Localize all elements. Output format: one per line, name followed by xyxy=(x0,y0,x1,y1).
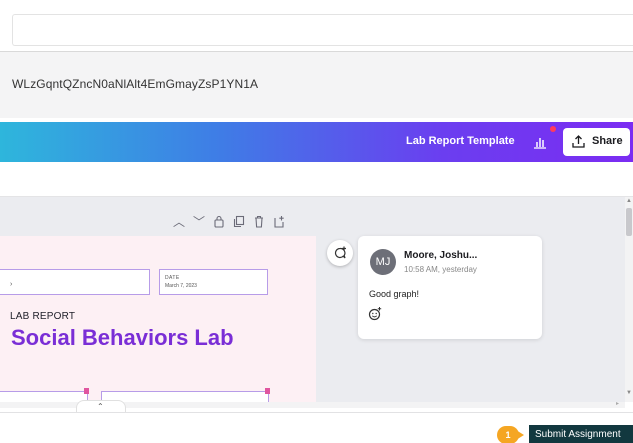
corner-mark xyxy=(84,388,89,394)
chevron-up-icon: ⌃ xyxy=(97,402,104,411)
browser-top-bar xyxy=(0,0,633,52)
date-field[interactable] xyxy=(159,269,268,295)
comment-author: Moore, Joshu... xyxy=(404,250,478,261)
date-value: March 7, 2023 xyxy=(165,283,197,289)
app-root: WLzGqntQZncN0aNlAlt4EmGmayZsP1YN1A Lab R… xyxy=(0,0,633,443)
date-label: DATE xyxy=(165,275,180,281)
share-button[interactable]: Share xyxy=(563,128,630,156)
name-field-text: › xyxy=(10,281,13,288)
add-page-icon[interactable] xyxy=(272,215,286,229)
comment-time: 10:58 AM, yesterday xyxy=(404,265,477,274)
chevron-down-icon[interactable]: ﹀ xyxy=(192,215,206,229)
badge-pointer xyxy=(516,430,524,440)
duplicate-icon[interactable] xyxy=(232,215,246,229)
scrollbar-thumb[interactable] xyxy=(626,208,632,236)
address-input[interactable] xyxy=(12,14,633,46)
avatar: MJ xyxy=(370,249,396,275)
section-label: LAB REPORT xyxy=(10,311,76,322)
insights-button[interactable] xyxy=(528,131,552,153)
add-reaction-icon[interactable] xyxy=(367,306,383,322)
submit-assignment-button[interactable]: Submit Assignment xyxy=(529,425,633,443)
scroll-right-icon[interactable]: ▸ xyxy=(616,400,619,407)
page-title[interactable]: Social Behaviors Lab xyxy=(11,326,271,350)
upload-icon xyxy=(572,135,585,148)
editor-toolbar xyxy=(0,162,633,196)
notification-dot xyxy=(550,126,556,132)
corner-mark xyxy=(265,388,270,394)
page-panel-toggle[interactable]: ⌃ xyxy=(76,400,126,412)
scroll-up-icon[interactable]: ▲ xyxy=(626,198,632,204)
name-field[interactable] xyxy=(0,269,150,295)
share-label: Share xyxy=(592,135,623,147)
comment-plus-icon xyxy=(334,246,346,259)
add-comment-button[interactable] xyxy=(327,240,353,266)
url-text[interactable]: WLzGqntQZncN0aNlAlt4EmGmayZsP1YN1A xyxy=(12,77,258,91)
bar-chart-icon xyxy=(534,138,546,149)
chevron-up-icon[interactable]: ︿ xyxy=(172,215,186,229)
lock-icon[interactable] xyxy=(212,215,226,229)
comment-text: Good graph! xyxy=(369,289,420,299)
trash-icon[interactable] xyxy=(252,215,266,229)
document-title[interactable]: Lab Report Template xyxy=(406,135,515,147)
scroll-down-icon[interactable]: ▼ xyxy=(626,390,632,396)
